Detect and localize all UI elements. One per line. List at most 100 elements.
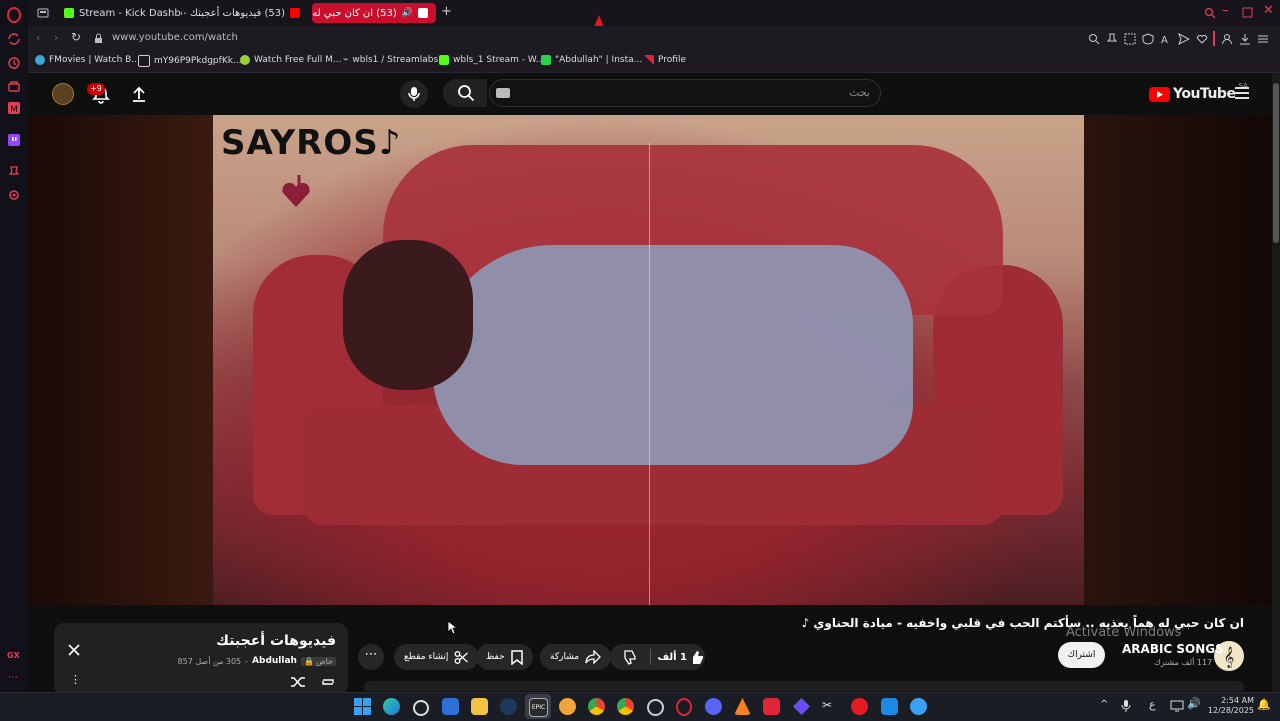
back-button[interactable]: ‹ — [36, 31, 40, 44]
discord-icon[interactable] — [705, 698, 722, 715]
download-icon[interactable] — [1239, 33, 1251, 45]
bookmark-profile[interactable]: Profile — [644, 55, 686, 65]
file-explorer-icon[interactable] — [471, 698, 488, 715]
sync-icon[interactable] — [6, 31, 22, 47]
privacy-badge: خاص 🔒 — [300, 656, 336, 666]
shuffle-icon[interactable] — [290, 675, 306, 689]
account-icon[interactable] — [1221, 33, 1233, 45]
heart-icon[interactable] — [1196, 33, 1208, 45]
forward-button[interactable]: › — [54, 31, 58, 44]
app-circle-icon[interactable] — [851, 698, 868, 715]
input-language[interactable]: ع — [1149, 698, 1156, 711]
bookmark-doc[interactable]: mY96P9PkdgpfKk... — [138, 55, 242, 67]
bookmark-streamlabs[interactable]: ⌁ wbls1 / Streamlabs — [343, 55, 438, 65]
windows-start-icon[interactable] — [354, 698, 371, 715]
ad-block-icon[interactable] — [1142, 33, 1154, 45]
vlc-icon[interactable] — [734, 698, 751, 715]
more-actions-button[interactable]: ⋯ — [358, 644, 384, 670]
loop-icon[interactable] — [320, 675, 336, 689]
keyboard-icon[interactable] — [496, 88, 510, 98]
opera-gx-icon[interactable] — [676, 698, 692, 716]
bookmark-instagram[interactable]: "Abdullah" | Insta... — [541, 55, 642, 65]
store-icon[interactable] — [442, 698, 459, 715]
video-frame[interactable]: SAYROS♪ — [213, 115, 1084, 605]
settings-gear-icon[interactable] — [6, 187, 22, 203]
app-notify-icon[interactable] — [910, 698, 927, 715]
playlist-menu-icon[interactable]: ⋮ — [70, 673, 81, 686]
tray-microphone-icon[interactable] — [1121, 699, 1131, 713]
like-button[interactable]: 1 ألف — [654, 644, 705, 670]
tray-overflow-icon[interactable]: ^ — [1100, 699, 1108, 710]
clip-label: إنشاء مقطع — [404, 652, 449, 662]
translate-icon[interactable]: A — [1160, 33, 1172, 45]
zoom-icon[interactable] — [1088, 33, 1100, 45]
mouse-cursor-icon — [447, 620, 457, 635]
bookmark-kick-stream[interactable]: wbls_1 Stream - W... — [439, 55, 544, 65]
hamburger-menu-icon[interactable] — [1235, 87, 1249, 99]
avatar[interactable] — [52, 83, 74, 105]
snapshot-icon[interactable] — [1124, 33, 1136, 45]
vpn-icon[interactable] — [6, 78, 22, 94]
bookmark-watch-free[interactable]: Watch Free Full M... — [240, 55, 341, 65]
search-input[interactable]: بحث — [489, 79, 881, 107]
scrollbar-thumb[interactable] — [1273, 83, 1279, 243]
reload-button[interactable]: ↻ — [71, 30, 81, 44]
notification-center-icon[interactable]: 🔔 — [1257, 698, 1271, 711]
playlist-title[interactable]: فيديوهات أعجبتك — [216, 633, 336, 649]
video-player[interactable]: SAYROS♪ — [28, 115, 1272, 605]
playlist-owner[interactable]: Abdullah — [252, 656, 297, 666]
volume-icon[interactable]: 🔊 — [1187, 697, 1201, 710]
tab-kick-dashboard[interactable]: Stream - Kick Dashboard — [56, 3, 182, 23]
app-icon[interactable] — [559, 698, 576, 715]
tab-liked-videos[interactable]: (53) فيديوهات أعجبتك - e — [184, 3, 308, 23]
lock-icon[interactable] — [94, 33, 103, 44]
dislike-button[interactable] — [610, 644, 650, 670]
maximize-button[interactable] — [1242, 7, 1253, 18]
search-tabs-icon[interactable] — [1204, 7, 1216, 19]
app-red-icon[interactable] — [763, 698, 780, 715]
opera-logo-icon[interactable] — [6, 7, 22, 23]
new-tab-button[interactable]: + — [441, 4, 452, 19]
bookmark-fmovies[interactable]: FMovies | Watch B... — [35, 55, 140, 65]
voice-search-button[interactable] — [400, 80, 428, 108]
upload-icon[interactable] — [130, 85, 148, 103]
speaker-icon[interactable]: 🔊 — [402, 8, 413, 18]
minimize-button[interactable]: – — [1222, 3, 1229, 18]
capcut-icon[interactable]: ✂ — [822, 698, 839, 715]
tab-manager-icon[interactable] — [37, 7, 49, 19]
menu-icon[interactable] — [1257, 33, 1269, 45]
messenger-icon[interactable]: M — [6, 100, 22, 116]
close-playlist-icon[interactable] — [68, 644, 80, 656]
chrome-profile-icon[interactable] — [617, 698, 634, 715]
tab-current-video[interactable]: 🔊 (53) ان كان حبي له هماً — [312, 3, 436, 23]
share-label: مشاركة — [550, 652, 580, 662]
share-button[interactable]: مشاركة — [540, 644, 612, 670]
description-box[interactable] — [364, 681, 1244, 691]
close-window-button[interactable]: ✕ — [1263, 3, 1274, 18]
save-button[interactable]: حفظ — [476, 644, 533, 670]
app-purple-icon[interactable] — [793, 698, 810, 715]
history-icon[interactable] — [6, 55, 22, 71]
channel-name[interactable]: ARABIC SONGS — [1122, 642, 1224, 656]
app-blue-icon[interactable] — [881, 698, 898, 715]
send-icon[interactable] — [1178, 33, 1190, 45]
subscribe-button[interactable]: اشتراك — [1058, 642, 1105, 668]
pin-icon[interactable] — [1106, 33, 1118, 45]
youtube-logo[interactable]: YouTube SA — [1149, 82, 1248, 102]
more-icon[interactable]: ⋯ — [8, 672, 18, 683]
network-icon[interactable] — [1170, 700, 1184, 712]
search-button[interactable] — [443, 79, 487, 107]
edge-icon[interactable] — [383, 698, 400, 715]
epic-games-icon[interactable]: EPIC — [529, 698, 548, 717]
steam-icon[interactable] — [500, 698, 517, 715]
chrome-icon[interactable] — [588, 698, 605, 715]
clock[interactable]: 2:54 AM 12/28/2025 — [1206, 696, 1254, 716]
page-scrollbar[interactable] — [1272, 73, 1280, 692]
pinboard-icon[interactable] — [6, 164, 22, 180]
clip-button[interactable]: إنشاء مقطع — [394, 644, 480, 670]
settings-icon[interactable] — [413, 700, 429, 716]
obs-icon[interactable] — [647, 699, 664, 716]
url-field[interactable]: www.youtube.com/watch — [112, 32, 238, 43]
gx-label[interactable]: GX — [7, 651, 20, 660]
twitch-icon[interactable] — [6, 132, 22, 148]
